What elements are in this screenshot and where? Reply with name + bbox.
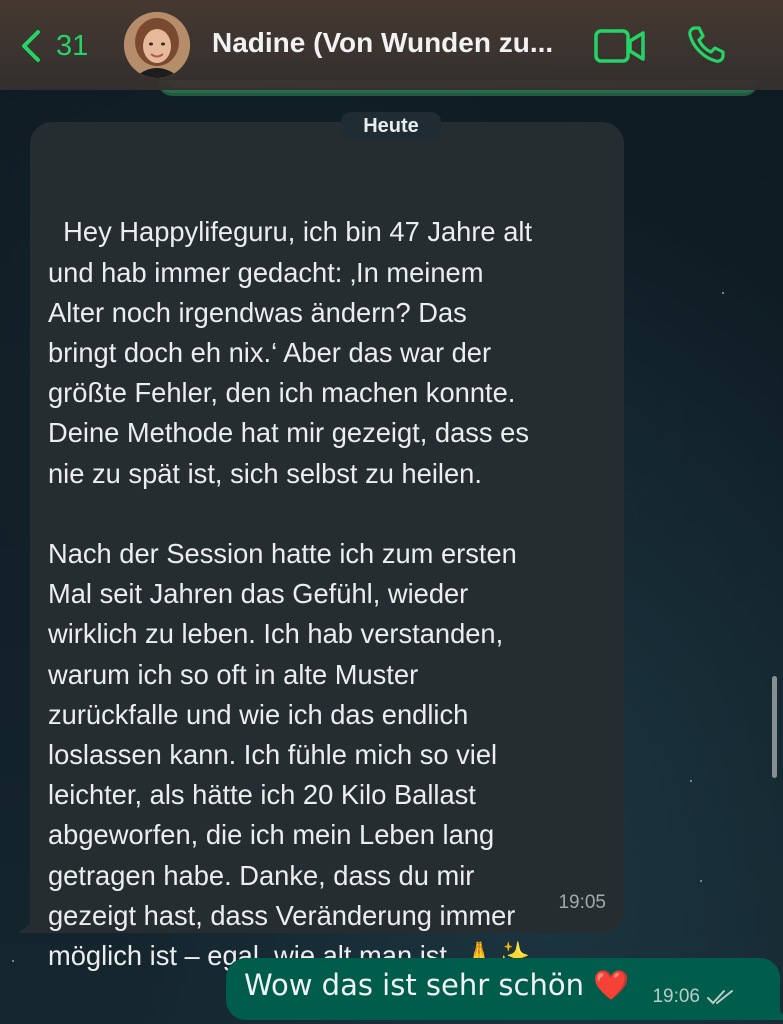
message-time: 19:05: [558, 891, 606, 913]
video-camera-icon: [594, 29, 645, 63]
voice-call-button[interactable]: [686, 25, 726, 65]
incoming-message-bubble[interactable]: Hey Happylifeguru, ich bin 47 Jahre alt …: [18, 122, 624, 971]
scrollbar[interactable]: [772, 676, 777, 778]
video-call-button[interactable]: [594, 27, 646, 65]
background-star: [700, 880, 702, 882]
contact-avatar[interactable]: [124, 12, 190, 78]
message-text: Hey Happylifeguru, ich bin 47 Jahre alt …: [48, 216, 533, 972]
background-star: [722, 292, 724, 294]
message-time: 19:06: [652, 986, 700, 1007]
background-star: [690, 780, 692, 782]
outgoing-message-bubble[interactable]: Wow das ist sehr schön ❤️ 19:06: [226, 958, 783, 1020]
unread-count: 31: [56, 29, 89, 62]
back-button[interactable]: 31: [18, 28, 88, 64]
chevron-left-icon: [22, 30, 40, 62]
chat-header: 31 Nadine (Von Wunden zu...: [0, 0, 783, 90]
contact-name[interactable]: Nadine (Von Wunden zu...: [212, 27, 553, 59]
read-double-check-icon: [707, 990, 733, 1005]
date-separator: Heute: [341, 112, 441, 140]
background-star: [12, 960, 14, 962]
message-text: Wow das ist sehr schön ❤️: [244, 968, 630, 1002]
phone-icon: [688, 26, 725, 63]
